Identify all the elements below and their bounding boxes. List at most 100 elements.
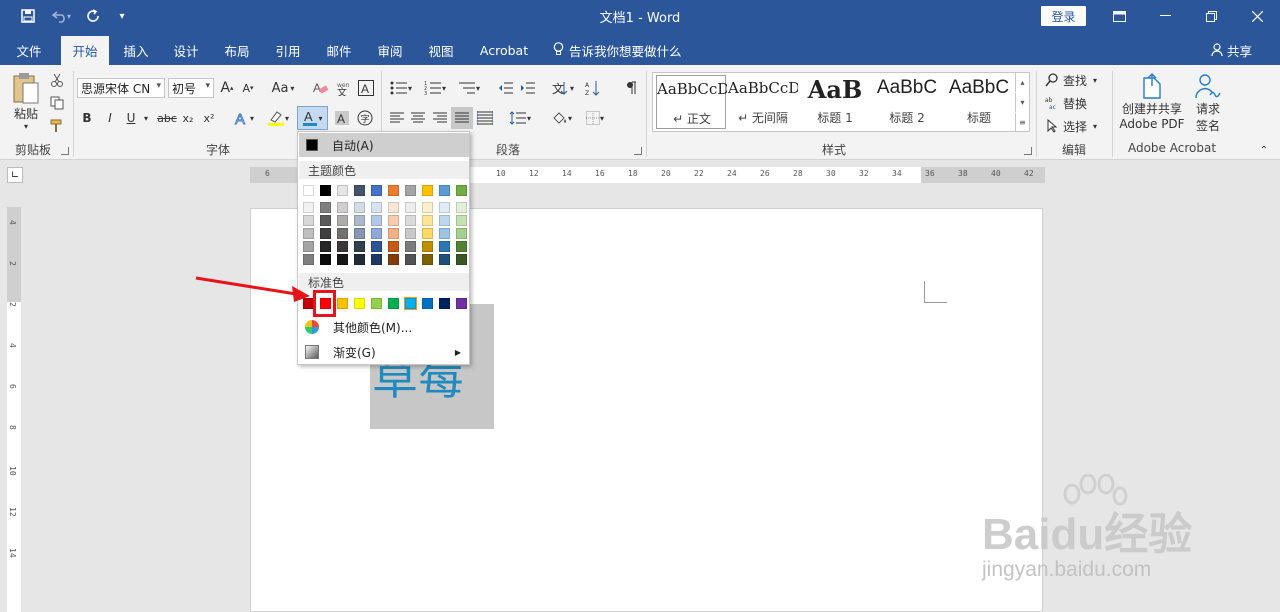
tab-home[interactable]: 开始 — [61, 36, 109, 65]
shrink-font-button[interactable]: A ▾ — [240, 78, 256, 98]
tab-layout[interactable]: 布局 — [214, 36, 260, 65]
show-formatting-marks-icon[interactable] — [622, 78, 642, 98]
theme-shade-swatch[interactable] — [422, 228, 433, 239]
tab-mailings[interactable]: 邮件 — [316, 36, 362, 65]
select-button[interactable]: 选择 ▾ — [1045, 117, 1097, 135]
style-heading-2[interactable]: AaBbC 标题 2 — [872, 75, 942, 129]
align-left-icon[interactable] — [387, 108, 407, 128]
theme-shade-swatch[interactable] — [405, 254, 416, 265]
theme-shade-swatch[interactable] — [456, 228, 467, 239]
tab-acrobat[interactable]: Acrobat — [472, 36, 536, 65]
theme-shade-swatch[interactable] — [320, 228, 331, 239]
theme-color-swatch[interactable] — [439, 185, 450, 196]
share-button[interactable]: 共享 — [1211, 36, 1252, 65]
theme-shade-swatch[interactable] — [320, 215, 331, 226]
tab-review[interactable]: 审阅 — [367, 36, 413, 65]
strikethrough-button[interactable]: abc — [156, 108, 178, 128]
theme-shade-swatch[interactable] — [337, 254, 348, 265]
theme-shade-swatch[interactable] — [439, 241, 450, 252]
style-normal[interactable]: AaBbCcDd ↵ 正文 — [656, 75, 727, 129]
redo-icon[interactable] — [80, 0, 108, 32]
theme-color-swatch[interactable] — [337, 185, 348, 196]
ribbon-display-icon[interactable] — [1096, 0, 1142, 32]
theme-shade-swatch[interactable] — [320, 202, 331, 213]
replace-button[interactable]: ab ac 替换 — [1045, 94, 1087, 112]
shading-icon[interactable]: ▾ — [546, 108, 576, 128]
standard-color-swatch[interactable] — [388, 298, 399, 309]
tab-references[interactable]: 引用 — [265, 36, 311, 65]
paste-button[interactable]: 粘贴 ▾ — [8, 71, 44, 131]
tab-view[interactable]: 视图 — [418, 36, 464, 65]
theme-shade-swatch[interactable] — [422, 254, 433, 265]
theme-shade-swatch[interactable] — [371, 241, 382, 252]
character-shading-icon[interactable]: A — [334, 108, 350, 128]
theme-shade-swatch[interactable] — [303, 254, 314, 265]
chinese-layout-icon[interactable]: 文 ▾ — [548, 78, 578, 98]
theme-shade-swatch[interactable] — [439, 254, 450, 265]
customize-quick-access-icon[interactable]: ▾ — [108, 0, 136, 32]
standard-color-swatch[interactable] — [337, 298, 348, 309]
align-center-icon[interactable] — [408, 108, 428, 128]
find-button[interactable]: 查找 ▾ — [1045, 71, 1097, 89]
tab-file[interactable]: 文件 — [6, 36, 52, 65]
style-heading-1[interactable]: AaB 标题 1 — [800, 75, 870, 129]
tell-me-box[interactable]: 告诉我你想要做什么 — [553, 36, 682, 65]
theme-shade-swatch[interactable] — [337, 241, 348, 252]
collapse-ribbon-icon[interactable]: ⌃ — [1257, 143, 1271, 157]
change-case-button[interactable]: Aa ▾ — [268, 78, 298, 98]
theme-shade-swatch[interactable] — [354, 202, 365, 213]
italic-button[interactable]: I — [103, 108, 117, 128]
theme-shade-swatch[interactable] — [320, 241, 331, 252]
theme-color-swatch[interactable] — [388, 185, 399, 196]
create-pdf-button[interactable]: 创建并共享 Adobe PDF — [1116, 72, 1188, 131]
theme-shade-swatch[interactable] — [456, 241, 467, 252]
borders-icon[interactable]: ▾ — [580, 108, 610, 128]
text-effects-button[interactable]: A ▾ — [230, 108, 258, 128]
gallery-down-icon[interactable]: ▾ — [1015, 93, 1029, 112]
theme-shade-swatch[interactable] — [337, 215, 348, 226]
minimize-icon[interactable] — [1142, 0, 1188, 32]
style-title[interactable]: AaBbC 标题 — [944, 75, 1014, 129]
theme-shade-swatch[interactable] — [354, 228, 365, 239]
theme-shade-swatch[interactable] — [303, 215, 314, 226]
theme-shade-swatch[interactable] — [320, 254, 331, 265]
standard-color-swatch[interactable] — [354, 298, 365, 309]
font-name-combo[interactable]: 思源宋体 CN ▾ — [77, 78, 165, 98]
theme-color-swatch[interactable] — [456, 185, 467, 196]
theme-color-swatch[interactable] — [371, 185, 382, 196]
restore-icon[interactable] — [1188, 0, 1234, 32]
phonetic-guide-icon[interactable]: wen 文 — [333, 78, 353, 98]
paste-dropdown-icon[interactable]: ▾ — [24, 122, 28, 131]
highlight-button[interactable]: ▾ — [263, 108, 293, 128]
theme-shade-swatch[interactable] — [439, 202, 450, 213]
theme-shade-swatch[interactable] — [422, 241, 433, 252]
more-colors-item[interactable]: 其他颜色(M)... — [299, 316, 469, 338]
theme-shade-swatch[interactable] — [371, 202, 382, 213]
superscript-button[interactable]: x² — [201, 108, 217, 128]
cut-icon[interactable] — [48, 71, 66, 89]
close-icon[interactable] — [1234, 0, 1280, 32]
theme-color-swatch[interactable] — [354, 185, 365, 196]
paragraph-launcher-icon[interactable] — [634, 147, 642, 155]
standard-color-swatch[interactable] — [371, 298, 382, 309]
theme-shade-swatch[interactable] — [405, 202, 416, 213]
undo-dropdown-icon[interactable]: ▾ — [62, 0, 76, 32]
tab-insert[interactable]: 插入 — [113, 36, 159, 65]
tab-selector[interactable]: ∟ — [7, 167, 23, 183]
theme-shade-swatch[interactable] — [388, 202, 399, 213]
theme-shade-swatch[interactable] — [422, 215, 433, 226]
theme-shade-swatch[interactable] — [388, 241, 399, 252]
style-no-spacing[interactable]: AaBbCcDd ↵ 无间隔 — [728, 75, 798, 129]
save-icon[interactable] — [14, 0, 42, 32]
theme-shade-swatch[interactable] — [337, 202, 348, 213]
theme-color-swatch[interactable] — [405, 185, 416, 196]
format-painter-icon[interactable] — [48, 117, 66, 135]
theme-shade-swatch[interactable] — [354, 254, 365, 265]
clear-format-icon[interactable]: A — [312, 78, 330, 98]
theme-shade-swatch[interactable] — [388, 228, 399, 239]
theme-shade-swatch[interactable] — [303, 228, 314, 239]
theme-shade-swatch[interactable] — [405, 241, 416, 252]
theme-shade-swatch[interactable] — [354, 215, 365, 226]
theme-shade-swatch[interactable] — [439, 215, 450, 226]
gradient-item[interactable]: 渐变(G) ▶ — [299, 341, 469, 363]
